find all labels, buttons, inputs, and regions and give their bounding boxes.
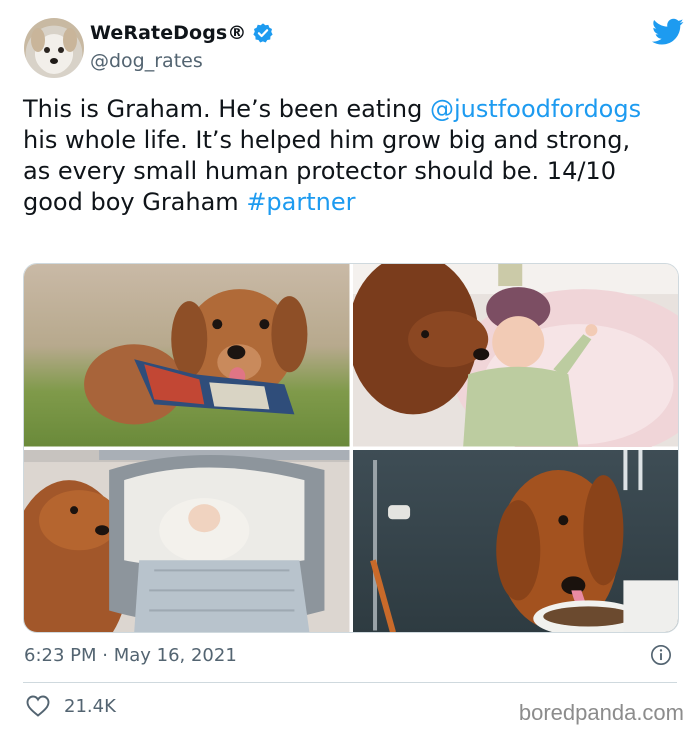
dog-eating-image (352, 449, 678, 632)
photo-dog-eating[interactable] (352, 449, 678, 632)
dog-baby-image (352, 264, 678, 447)
photo-puppy-bandana[interactable] (24, 264, 350, 447)
watermark: boredpanda.com (518, 700, 684, 725)
like-count: 21.4K (64, 695, 116, 717)
info-icon[interactable] (650, 644, 672, 666)
photo-dog-stroller[interactable] (24, 449, 350, 632)
hashtag-link[interactable]: #partner (246, 188, 355, 216)
divider (23, 682, 677, 683)
heart-icon[interactable] (26, 695, 50, 717)
twitter-bird-icon[interactable] (652, 18, 684, 46)
tweet-header: WeRateDogs® @dog_rates (24, 18, 684, 80)
dog-avatar-image (31, 28, 77, 74)
media-grid (23, 263, 679, 633)
mention-link[interactable]: @justfoodfordogs (430, 95, 641, 123)
photo-dog-baby-pillow[interactable] (352, 264, 678, 447)
tweet-timestamp[interactable]: 6:23 PM · May 16, 2021 (24, 645, 237, 666)
like-action[interactable]: 21.4K (26, 695, 116, 717)
user-handle[interactable]: @dog_rates (90, 50, 203, 72)
display-name[interactable]: WeRateDogs® (90, 22, 246, 44)
tweet-text: This is Graham. He’s been eating @justfo… (23, 94, 663, 218)
verified-badge-icon (253, 23, 274, 43)
tweet-text-part1: This is Graham. He’s been eating (23, 95, 431, 123)
dog-stroller-image (24, 449, 350, 632)
avatar[interactable] (24, 18, 84, 78)
puppy-image (24, 264, 350, 447)
